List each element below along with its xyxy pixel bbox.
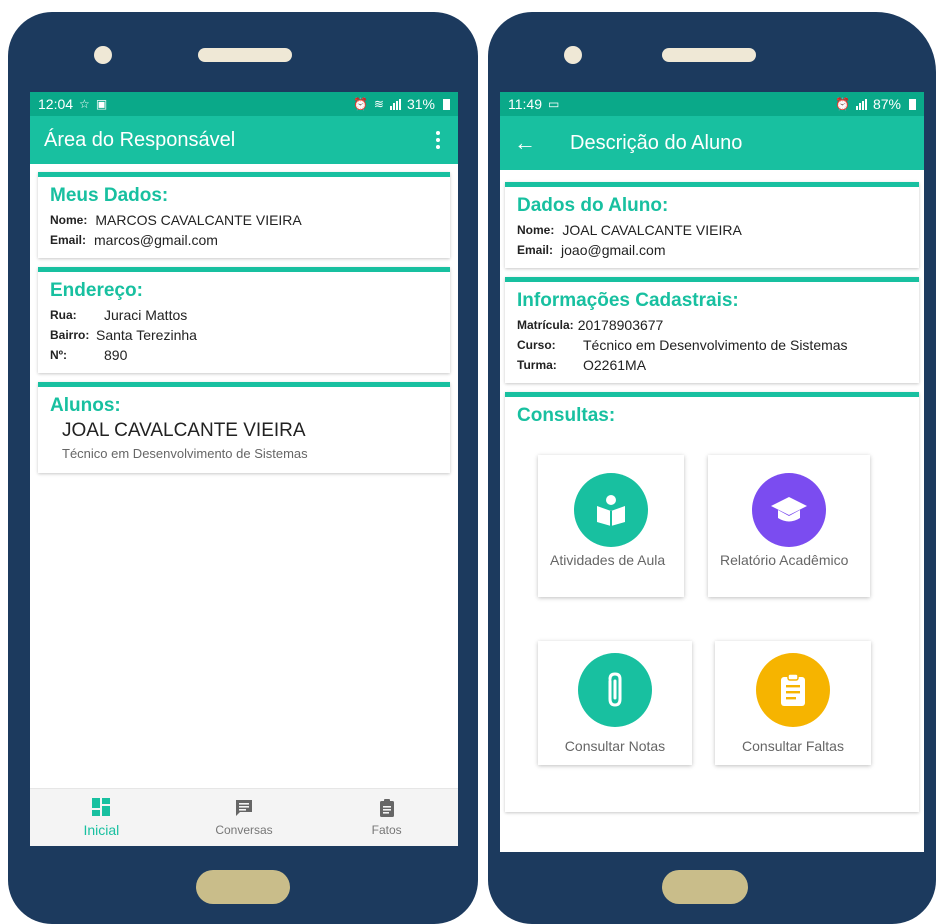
camera-icon	[94, 46, 112, 64]
left-phone-frame: 12:04 ☆ ▣ ⏰ ≋ 31% Área do Responsável Me…	[8, 12, 478, 924]
card-title: Meus Dados:	[50, 185, 169, 206]
battery-icon	[909, 98, 916, 110]
speaker-grille	[662, 48, 756, 62]
overflow-menu-icon[interactable]	[432, 127, 444, 153]
book-reader-icon	[574, 473, 648, 547]
image-icon: ▣	[95, 97, 108, 111]
tile-consultar-notas[interactable]: Consultar Notas	[538, 641, 692, 765]
signal-icon	[855, 98, 867, 110]
info-row: Email: marcos@gmail.com	[50, 232, 218, 248]
nav-item-inicial[interactable]: Inicial	[30, 789, 173, 846]
dashboard-icon	[92, 798, 111, 816]
star-icon: ☆	[79, 97, 90, 111]
tile-label: Consultar Notas	[564, 738, 666, 754]
info-row: Matrícula: 20178903677	[517, 317, 664, 333]
nav-item-fatos[interactable]: Fatos	[315, 789, 458, 846]
info-row: Nome: JOAL CAVALCANTE VIEIRA	[517, 222, 742, 238]
info-row: Nome: MARCOS CAVALCANTE VIEIRA	[50, 212, 302, 228]
wifi-icon: ≋	[373, 97, 384, 111]
tile-relatorio-academico[interactable]: Relatório Acadêmico	[708, 455, 870, 597]
alarm-icon: ⏰	[835, 97, 850, 111]
signal-icon	[389, 98, 401, 110]
home-button[interactable]	[662, 870, 748, 904]
nav-label: Fatos	[371, 823, 402, 837]
student-name[interactable]: JOAL CAVALCANTE VIEIRA	[62, 420, 438, 442]
home-button[interactable]	[196, 870, 290, 904]
nav-label: Conversas	[215, 823, 273, 837]
card-title: Dados do Aluno:	[517, 195, 669, 216]
battery-icon	[443, 98, 450, 110]
camera-icon	[564, 46, 582, 64]
info-row: Rua: Juraci Mattos	[50, 307, 188, 323]
status-time: 12:04	[38, 96, 74, 112]
status-bar: 12:04 ☆ ▣ ⏰ ≋ 31%	[30, 92, 458, 116]
info-row: Email: joao@gmail.com	[517, 242, 666, 258]
right-screen: 11:49 ▭ ⏰ 87% ← Descrição do Aluno Dados…	[500, 92, 924, 852]
app-bar: ← Descrição do Aluno	[500, 116, 924, 170]
clipboard-icon	[379, 799, 394, 817]
app-title: Área do Responsável	[44, 128, 236, 151]
nav-label: Inicial	[83, 822, 120, 838]
battery-percent: 31%	[406, 96, 435, 112]
app-title: Descrição do Aluno	[570, 131, 743, 154]
left-screen: 12:04 ☆ ▣ ⏰ ≋ 31% Área do Responsável Me…	[30, 92, 458, 846]
card-title: Consultas:	[517, 405, 616, 426]
graduation-cap-icon	[752, 473, 826, 547]
tile-label: Consultar Faltas	[742, 738, 844, 754]
paperclip-icon	[578, 653, 652, 727]
dados-aluno-card: Dados do Aluno: Nome: JOAL CAVALCANTE VIE…	[505, 182, 919, 268]
info-row: Turma: O2261MA	[517, 357, 647, 373]
card-title: Informações Cadastrais:	[517, 290, 739, 311]
tile-label: Relatório Acadêmico	[720, 552, 849, 568]
card-title: Alunos:	[50, 395, 121, 416]
back-arrow-icon[interactable]: ←	[514, 130, 544, 156]
right-phone-frame: 11:49 ▭ ⏰ 87% ← Descrição do Aluno Dados…	[488, 12, 936, 924]
battery-percent: 87%	[872, 96, 901, 112]
nav-item-conversas[interactable]: Conversas	[173, 789, 316, 846]
stage: 12:04 ☆ ▣ ⏰ ≋ 31% Área do Responsável Me…	[0, 0, 936, 924]
consultas-card: Consultas: Atividades de Aula Relatório …	[505, 392, 919, 812]
card-title: Endereço:	[50, 280, 143, 301]
info-row: Bairro: Santa Terezinha	[50, 327, 197, 343]
cast-icon: ▭	[548, 97, 560, 111]
student-course: Técnico em Desenvolvimento de Sistemas	[62, 446, 308, 461]
meus-dados-card: Meus Dados: Nome: MARCOS CAVALCANTE VIEIR…	[38, 172, 450, 258]
chat-icon	[236, 800, 252, 816]
info-row: Curso: Técnico em Desenvolvimento de Sist…	[517, 337, 848, 353]
endereco-card: Endereço: Rua: Juraci Mattos Bairro: Santa…	[38, 267, 450, 373]
informacoes-card: Informações Cadastrais: Matrícula: 201789…	[505, 277, 919, 383]
alunos-card[interactable]: Alunos: JOAL CAVALCANTE VIEIRA Técnico e…	[38, 382, 450, 473]
speaker-grille	[198, 48, 292, 62]
bottom-navigation: Inicial Conversas Fatos	[30, 788, 458, 846]
app-bar: Área do Responsável	[30, 116, 458, 164]
status-bar: 11:49 ▭ ⏰ 87%	[500, 92, 924, 116]
alarm-icon: ⏰	[352, 97, 368, 111]
info-row: Nº: 890	[50, 347, 128, 363]
tile-consultar-faltas[interactable]: Consultar Faltas	[715, 641, 871, 765]
clipboard-list-icon	[756, 653, 830, 727]
tile-atividades-de-aula[interactable]: Atividades de Aula	[538, 455, 684, 597]
status-time: 11:49	[508, 96, 542, 112]
tile-label: Atividades de Aula	[550, 552, 666, 568]
